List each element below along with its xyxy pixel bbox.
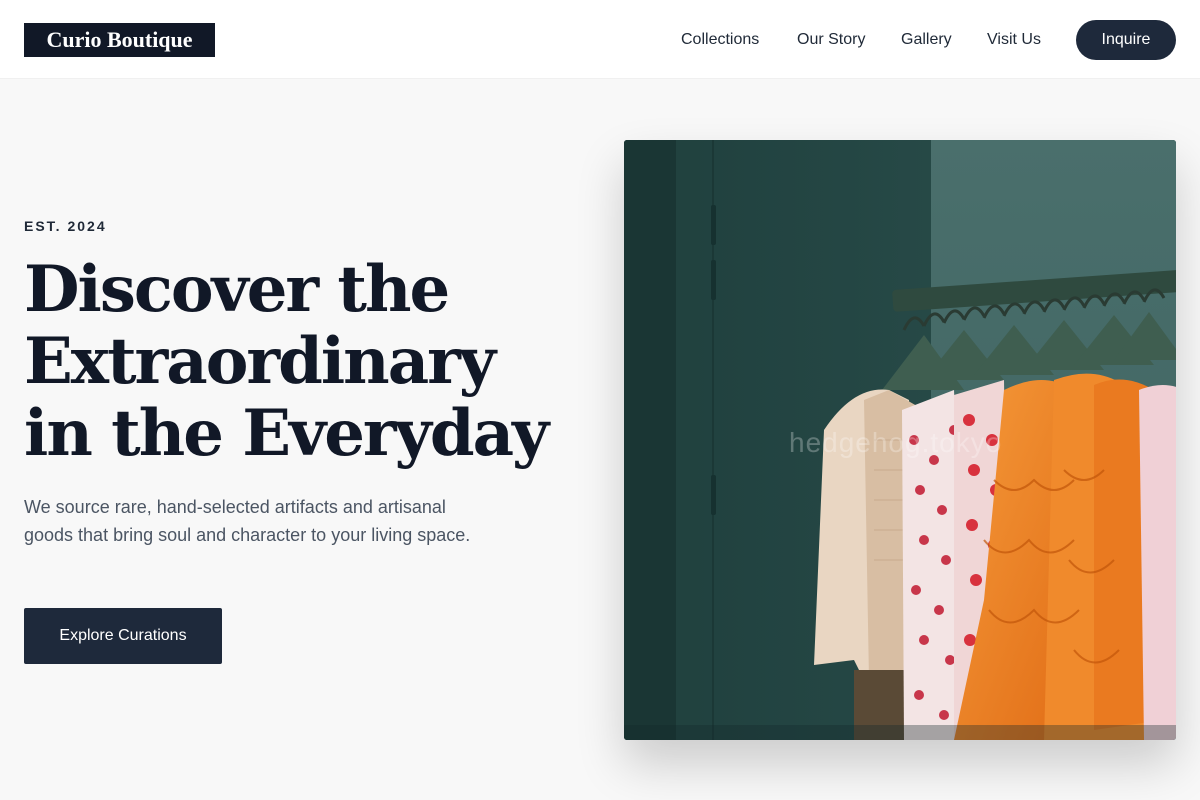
nav-link-gallery[interactable]: Gallery bbox=[901, 30, 952, 50]
established-label: EST. 2024 bbox=[24, 218, 107, 234]
hero-photo: hedgehog.tokyo bbox=[624, 140, 1176, 740]
nav-link-our-story[interactable]: Our Story bbox=[797, 30, 865, 50]
hero-headline: Discover the Extraordinary in the Everyd… bbox=[24, 254, 584, 470]
nav-link-visit-us[interactable]: Visit Us bbox=[987, 30, 1041, 50]
headline-line-3: in the Everyday bbox=[24, 396, 549, 471]
explore-curations-button[interactable]: Explore Curations bbox=[24, 608, 222, 664]
hero-description: We source rare, hand-selected artifacts … bbox=[24, 497, 471, 545]
logo[interactable]: Curio Boutique bbox=[24, 23, 215, 57]
headline-line-2: Extraordinary bbox=[24, 324, 496, 399]
site-header: Curio Boutique Collections Our Story Gal… bbox=[0, 0, 1200, 79]
nav-link-collections[interactable]: Collections bbox=[681, 30, 759, 50]
inquire-button[interactable]: Inquire bbox=[1076, 20, 1176, 60]
image-watermark: hedgehog.tokyo bbox=[789, 427, 1003, 458]
headline-line-1: Discover the bbox=[24, 252, 450, 327]
